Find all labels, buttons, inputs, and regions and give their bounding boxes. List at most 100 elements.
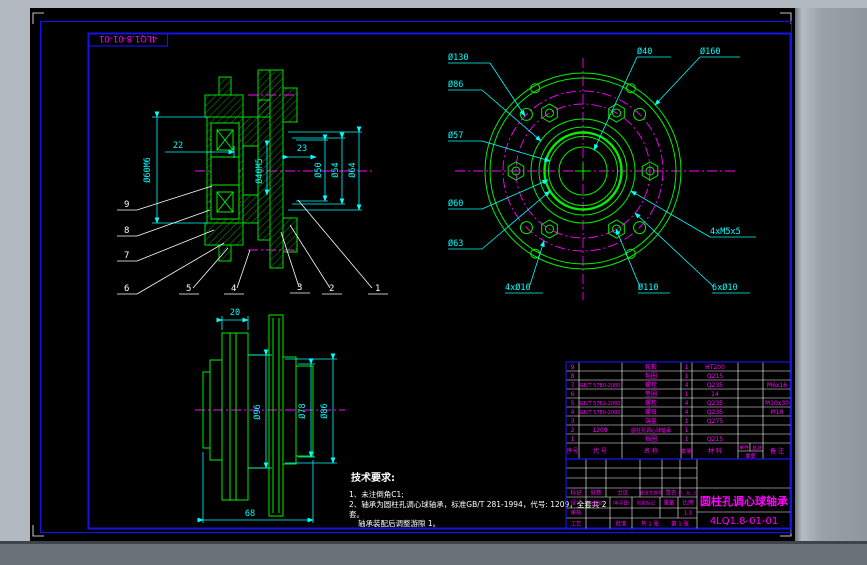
cell-qty: 1 <box>685 436 689 443</box>
tb-date2: (年月日) <box>612 500 629 507</box>
cell-qty: 1 <box>685 373 689 380</box>
label-holes4: 4xØ10 <box>505 282 531 293</box>
dim-50: Ø50 <box>313 162 324 177</box>
tb-doc: 更改文件号 <box>640 490 663 497</box>
cell-qty: 1 <box>685 418 689 425</box>
cell-material: Q235 <box>707 382 723 389</box>
note-line-3: 套。 <box>349 509 364 519</box>
cell-name: 毡圈 <box>645 372 657 380</box>
cell-name: 垫圈 <box>645 390 657 398</box>
title-block: 标记 处数 分区 更改文件号 签名 年、月、日 设计 (签名) (年月日) 阶段… <box>565 458 792 530</box>
outer-border <box>39 20 793 534</box>
tb-sheet-no: 第 1 张 <box>671 520 689 528</box>
label-d86: Ø86 <box>448 79 463 90</box>
cell-name: 螺母 <box>645 408 657 416</box>
tb-scale: 比例 <box>682 499 694 507</box>
bom-table: 序号 代 号 名 称 数量 材 料 单件 总计 重量 备 注 9 轮毂 1 HT200… <box>565 361 792 460</box>
section-view: 22 23 Ø60M6 Ø40M5 Ø50 Ø54 Ø64 9 8 7 6 5 … <box>117 69 388 295</box>
bom-row-7: 7 GB/T 5780-2000 螺栓 4 Q235 M6x16 <box>571 381 788 389</box>
cell-seq: 9 <box>571 364 575 371</box>
cell-material: Q215 <box>707 373 723 380</box>
cell-name: 挡圈 <box>645 435 657 443</box>
tb-weight: 重量 <box>663 499 675 507</box>
flange-labels: Ø130 Ø86 Ø57 Ø60 Ø63 Ø40 Ø160 4xM5x5 4xØ… <box>448 46 756 294</box>
callout-4: 4 <box>231 284 236 294</box>
dim-40m5: Ø40M5 <box>254 158 265 184</box>
note-line-4: 轴承装配后调整游隙 1。 <box>358 518 440 528</box>
bom-h-code: 代 号 <box>593 447 607 455</box>
callout-6: 6 <box>124 284 129 294</box>
cell-material: 14 <box>711 391 719 398</box>
cell-name: 螺栓 <box>645 381 657 389</box>
label-d40: Ø40 <box>637 46 652 57</box>
callout-9: 9 <box>124 200 129 210</box>
cell-material: Q235 <box>707 409 723 416</box>
tb-process: 工艺 <box>570 521 582 528</box>
cell-material: Q275 <box>707 418 723 425</box>
cell-qty: 1 <box>685 364 689 371</box>
callout-2: 2 <box>329 284 334 294</box>
cell-qty: 4 <box>685 409 689 416</box>
dim-78: Ø78 <box>297 403 308 418</box>
bom-h-unit: 单件 <box>739 445 749 452</box>
label-d57: Ø57 <box>448 130 463 141</box>
bom-h-qty: 数量 <box>681 448 691 455</box>
bom-h-material: 材 料 <box>708 447 722 455</box>
tb-check: 审核 <box>570 509 582 517</box>
cell-code: GB/T 5780-2000 <box>580 383 621 389</box>
tb-design: 设计 <box>570 499 582 507</box>
callout-7: 7 <box>124 251 129 261</box>
label-d63: Ø63 <box>448 238 463 249</box>
cell-qty: 1 <box>685 427 689 434</box>
note-line-2: 2、轴承为圆柱孔调心球轴承，标准GB/T 281-1994，代号: 1209，全… <box>349 499 607 509</box>
tb-mark: 标记 <box>570 489 582 497</box>
cell-seq: 7 <box>571 382 575 389</box>
cell-seq: 8 <box>571 373 575 380</box>
tb-sign: 签名 <box>665 489 676 497</box>
cell-name: 圆柱孔调心球轴承 <box>631 427 671 434</box>
cell-name: 端盖 <box>645 417 657 425</box>
bom-h-total: 总计 <box>752 445 762 452</box>
tb-stage: 阶段标记 <box>637 500 655 507</box>
dim-54: Ø54 <box>330 162 341 177</box>
drawing-title: 圆柱孔调心球轴承 <box>700 494 789 508</box>
flange-view: Ø130 Ø86 Ø57 Ø60 Ø63 Ø40 Ø160 4xM5x5 4xØ… <box>448 46 756 300</box>
dim-96: Ø96 <box>252 404 263 419</box>
cell-name: 轮毂 <box>645 363 657 371</box>
bom-row-6: 6 垫圈 1 14 <box>571 390 719 398</box>
bom-row-1: 1 挡圈 1 Q215 <box>571 435 724 443</box>
paper-corner-marks <box>32 12 792 537</box>
tb-zone: 分区 <box>617 489 629 497</box>
cell-code: GB/T 5782-2000 <box>580 401 621 407</box>
tb-approve: 批准 <box>615 520 627 528</box>
dim-20: 20 <box>230 308 240 318</box>
cell-seq: 6 <box>571 391 575 398</box>
bom-h-name: 名 称 <box>644 447 658 455</box>
cell-seq: 5 <box>571 400 575 407</box>
callout-5: 5 <box>186 284 191 294</box>
cell-seq: 4 <box>571 409 575 416</box>
label-holes6: 6xØ10 <box>712 282 738 293</box>
notes-title: 技术要求: <box>351 471 395 484</box>
cell-seq: 3 <box>571 418 575 425</box>
cell-material: Q215 <box>707 436 723 443</box>
cell-seq: 1 <box>571 436 575 443</box>
bom-h-remark: 备 注 <box>770 447 784 455</box>
cell-seq: 2 <box>571 427 575 434</box>
drawing-number: 4LQ1.8-01-01 <box>710 516 778 527</box>
dim-23: 23 <box>297 144 307 154</box>
dim-64: Ø64 <box>347 162 358 177</box>
callout-8: 8 <box>124 226 129 236</box>
corner-drawing-number: 4LQ1.8-01-01 <box>99 33 157 43</box>
cell-qty: 1 <box>685 391 689 398</box>
dim-60m6: Ø60M6 <box>142 157 153 183</box>
bottom-dimensions: 20 68 Ø96 Ø78 Ø86 <box>197 308 337 523</box>
label-thread: 4xM5x5 <box>710 227 741 237</box>
bom-row-9: 9 轮毂 1 HT200 <box>571 363 725 371</box>
cell-code: GB/T 5780-2000 <box>580 410 621 416</box>
bom-row-3: 3 端盖 1 Q275 <box>571 417 724 425</box>
cell-remark: M6x16 <box>767 382 787 389</box>
cell-material: Q235 <box>707 400 723 407</box>
dim-22: 22 <box>173 141 183 151</box>
technical-notes: 技术要求: 1、未注倒角C1; 2、轴承为圆柱孔调心球轴承，标准GB/T 281… <box>349 471 607 528</box>
